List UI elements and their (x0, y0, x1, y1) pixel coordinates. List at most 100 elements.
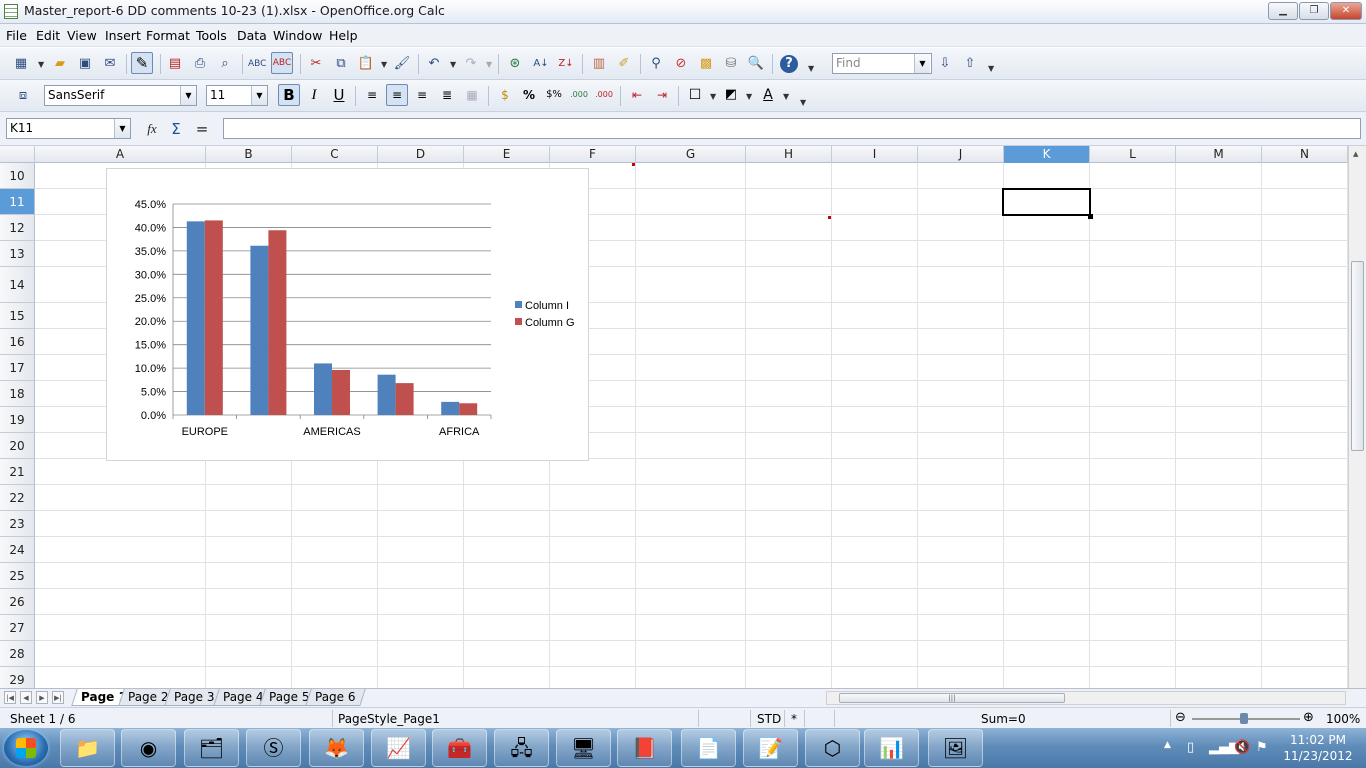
help-icon[interactable]: ? (780, 55, 798, 73)
row-header-28[interactable]: 28 (0, 641, 35, 667)
vertical-scroll-thumb[interactable] (1351, 261, 1364, 451)
file-manager-icon[interactable]: 🗂 (184, 729, 239, 767)
merge-cells-icon[interactable]: ▦ (461, 84, 483, 106)
odf-spreadsheet-icon[interactable]: 📊 (864, 729, 919, 767)
explorer-icon[interactable]: 📁 (60, 729, 115, 767)
row-header-25[interactable]: 25 (0, 563, 35, 589)
function-equals-icon[interactable]: = (193, 120, 211, 138)
start-button[interactable] (4, 730, 48, 766)
menu-edit[interactable]: Edit (36, 28, 60, 43)
navigator-icon[interactable]: ⊘ (672, 55, 690, 73)
row-header-11[interactable]: 11 (0, 189, 35, 215)
function-wizard-icon[interactable]: fx (143, 120, 161, 138)
underline-icon[interactable]: U (328, 84, 350, 106)
copy-icon[interactable]: ⧉ (332, 55, 350, 73)
menu-insert[interactable]: Insert (105, 28, 141, 43)
row-header-12[interactable]: 12 (0, 215, 35, 241)
name-box-dropdown-icon[interactable]: ▼ (114, 119, 130, 138)
clock-date[interactable]: 11/23/2012 (1278, 749, 1358, 763)
column-header-a[interactable]: A (35, 146, 206, 163)
first-sheet-icon[interactable]: |◀ (4, 691, 16, 704)
undo-dropdown-icon[interactable]: ▼ (450, 60, 456, 69)
horizontal-scroll-thumb[interactable]: ||| (839, 693, 1065, 703)
font-size-field[interactable]: 11 ▼ (206, 85, 268, 106)
styles-formatting-icon[interactable]: ⧈ (14, 87, 32, 105)
page-style[interactable]: PageStyle_Page1 (338, 712, 440, 726)
menu-tools[interactable]: Tools (196, 28, 227, 43)
row-header-15[interactable]: 15 (0, 303, 35, 329)
column-header-h[interactable]: H (746, 146, 832, 163)
row-header-17[interactable]: 17 (0, 355, 35, 381)
email-icon[interactable]: ✉ (101, 55, 119, 73)
borders-icon[interactable]: ☐ (684, 84, 706, 106)
next-sheet-icon[interactable]: ▶ (36, 691, 48, 704)
maximize-button[interactable]: ❐ (1299, 2, 1329, 20)
notes-app-icon[interactable]: 📝 (743, 729, 798, 767)
zoom-in-icon[interactable]: ⊕ (1303, 710, 1314, 725)
print-icon[interactable]: ⎙ (191, 55, 209, 73)
export-pdf-icon[interactable]: ▤ (166, 55, 184, 73)
font-color-icon[interactable]: A (757, 84, 779, 106)
row-header-26[interactable]: 26 (0, 589, 35, 615)
prev-sheet-icon[interactable]: ◀ (20, 691, 32, 704)
volume-muted-icon[interactable]: 🔇 (1234, 740, 1250, 755)
column-header-f[interactable]: F (550, 146, 636, 163)
row-header-16[interactable]: 16 (0, 329, 35, 355)
row-header-18[interactable]: 18 (0, 381, 35, 407)
cell-cursor-k11[interactable] (1002, 188, 1091, 216)
delete-decimal-icon[interactable]: .000 (593, 84, 615, 106)
sort-ascending-icon[interactable]: A↓ (532, 55, 550, 73)
open-icon[interactable]: ▰ (51, 55, 69, 73)
last-sheet-icon[interactable]: ▶| (52, 691, 64, 704)
column-header-i[interactable]: I (832, 146, 918, 163)
font-color-dropdown-icon[interactable]: ▼ (783, 92, 789, 101)
find-toolbar-options-icon[interactable]: ▼ (988, 64, 994, 73)
zoom-slider-knob[interactable] (1240, 713, 1248, 724)
percent-icon[interactable]: % (518, 84, 540, 106)
menu-data[interactable]: Data (237, 28, 267, 43)
cut-icon[interactable]: ✂ (307, 55, 325, 73)
zoom-level[interactable]: 100% (1326, 712, 1360, 726)
calc-taskbar-icon[interactable]: 📈 (371, 729, 426, 767)
find-dropdown-icon[interactable]: ▼ (914, 54, 930, 73)
column-header-c[interactable]: C (292, 146, 378, 163)
close-button[interactable]: ✕ (1330, 2, 1362, 20)
align-left-icon[interactable]: ≡ (361, 84, 383, 106)
align-right-icon[interactable]: ≡ (411, 84, 433, 106)
clock-time[interactable]: 11:02 PM (1278, 733, 1358, 747)
edit-file-icon[interactable]: ✎ (131, 52, 153, 74)
autospellcheck-icon[interactable]: ABC (271, 52, 293, 74)
row-header-27[interactable]: 27 (0, 615, 35, 641)
font-name-field[interactable]: SansSerif ▼ (44, 85, 197, 106)
background-color-icon[interactable]: ◩ (720, 84, 742, 106)
paste-icon[interactable]: 📋 (357, 55, 375, 73)
column-header-k[interactable]: K (1004, 146, 1090, 163)
clone-formatting-icon[interactable]: 🖌 (393, 55, 411, 73)
vertical-scrollbar[interactable]: ▲ (1348, 146, 1366, 688)
column-header-g[interactable]: G (636, 146, 746, 163)
font-size-dropdown-icon[interactable]: ▼ (251, 86, 267, 105)
data-sources-icon[interactable]: ⛁ (722, 55, 740, 73)
pdf-reader-icon[interactable]: 📕 (617, 729, 672, 767)
redo-icon[interactable]: ↷ (462, 55, 480, 73)
font-name-dropdown-icon[interactable]: ▼ (180, 86, 196, 105)
row-header-29[interactable]: 29 (0, 667, 35, 688)
save-icon[interactable]: ▣ (76, 55, 94, 73)
name-box[interactable]: K11 ▼ (6, 118, 131, 139)
hyperlink-icon[interactable]: ⊛ (506, 55, 524, 73)
new-document-icon[interactable]: ▦ (12, 55, 30, 73)
column-header-b[interactable]: B (206, 146, 292, 163)
horizontal-scrollbar[interactable]: ||| (826, 691, 1346, 705)
bold-icon[interactable]: B (278, 84, 300, 106)
embedded-chart[interactable]: 0.0% 5.0% 10.0% 15.0% 20.0% 25.0% 30.0% 35.0% 40… (106, 168, 589, 461)
column-header-n[interactable]: N (1262, 146, 1348, 163)
virtualbox-icon[interactable]: ⬡ (805, 729, 860, 767)
increase-indent-icon[interactable]: ⇥ (651, 84, 673, 106)
row-header-10[interactable]: 10 (0, 163, 35, 189)
monitor-app-icon[interactable]: 🖥 (556, 729, 611, 767)
gallery-icon[interactable]: ▩ (697, 55, 715, 73)
format-toolbar-options-icon[interactable]: ▼ (800, 98, 806, 107)
fill-handle[interactable] (1088, 214, 1093, 219)
zoom-icon[interactable]: 🔍 (747, 55, 765, 73)
sum-icon[interactable]: Σ (167, 120, 185, 138)
